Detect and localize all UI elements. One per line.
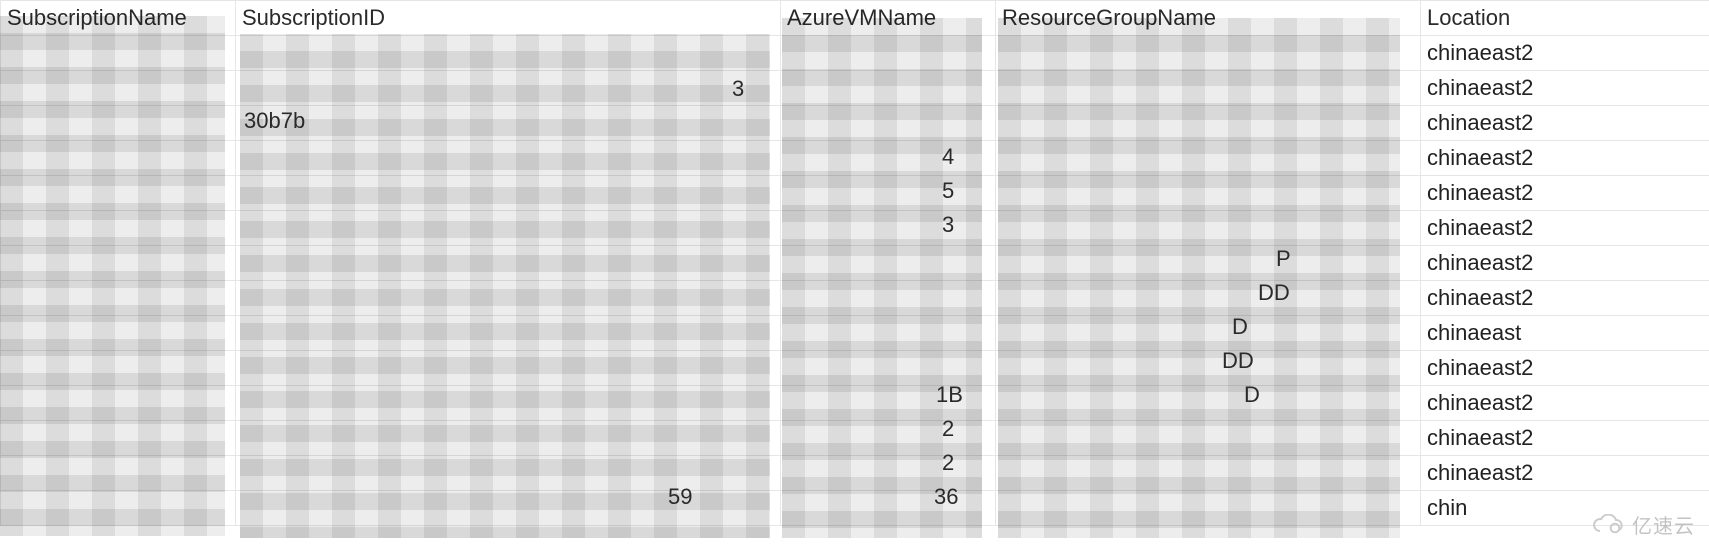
spreadsheet-view: SubscriptionName SubscriptionID AzureVMN… <box>0 0 1709 547</box>
cell-subscriptionid[interactable] <box>236 316 781 351</box>
cell-resourcegroupname[interactable] <box>996 281 1421 316</box>
cell-azurevmname[interactable] <box>781 36 996 71</box>
watermark: 亿速云 <box>1590 510 1695 539</box>
cell-subscriptionid[interactable] <box>236 386 781 421</box>
cell-location[interactable]: chinaeast2 <box>1421 106 1709 141</box>
cell-azurevmname[interactable] <box>781 316 996 351</box>
table-row: chinaeast2 <box>1 421 1709 456</box>
cell-resourcegroupname[interactable] <box>996 246 1421 281</box>
cell-resourcegroupname[interactable] <box>996 316 1421 351</box>
cell-subscriptionname[interactable] <box>1 351 236 386</box>
cell-resourcegroupname[interactable] <box>996 386 1421 421</box>
cell-azurevmname[interactable] <box>781 491 996 526</box>
table-row: chinaeast2 <box>1 386 1709 421</box>
cell-subscriptionname[interactable] <box>1 141 236 176</box>
cell-subscriptionid[interactable] <box>236 491 781 526</box>
cell-resourcegroupname[interactable] <box>996 491 1421 526</box>
cell-subscriptionid[interactable] <box>236 141 781 176</box>
table-row: chinaeast2 <box>1 351 1709 386</box>
table-row: chin <box>1 491 1709 526</box>
table-row: chinaeast2 <box>1 106 1709 141</box>
cell-subscriptionname[interactable] <box>1 71 236 106</box>
watermark-text: 亿速云 <box>1632 510 1695 539</box>
cell-subscriptionid[interactable] <box>236 351 781 386</box>
cell-location[interactable]: chinaeast2 <box>1421 421 1709 456</box>
cell-subscriptionname[interactable] <box>1 246 236 281</box>
col-resource-group-name[interactable]: ResourceGroupName <box>996 1 1421 36</box>
header-row: SubscriptionName SubscriptionID AzureVMN… <box>1 1 1709 36</box>
col-subscription-name[interactable]: SubscriptionName <box>1 1 236 36</box>
cell-resourcegroupname[interactable] <box>996 141 1421 176</box>
cell-resourcegroupname[interactable] <box>996 176 1421 211</box>
vm-table: SubscriptionName SubscriptionID AzureVMN… <box>0 0 1709 526</box>
cell-subscriptionname[interactable] <box>1 456 236 491</box>
table-row: chinaeast2 <box>1 456 1709 491</box>
cell-subscriptionid[interactable] <box>236 176 781 211</box>
cell-location[interactable]: chinaeast2 <box>1421 456 1709 491</box>
cell-subscriptionname[interactable] <box>1 491 236 526</box>
cell-resourcegroupname[interactable] <box>996 211 1421 246</box>
table-row: chinaeast2 <box>1 71 1709 106</box>
table-row: chinaeast2 <box>1 281 1709 316</box>
cell-subscriptionid[interactable] <box>236 71 781 106</box>
table-row: chinaeast2 <box>1 141 1709 176</box>
cell-location[interactable]: chinaeast2 <box>1421 36 1709 71</box>
cell-azurevmname[interactable] <box>781 211 996 246</box>
cell-location[interactable]: chinaeast <box>1421 316 1709 351</box>
cell-subscriptionname[interactable] <box>1 316 236 351</box>
cell-resourcegroupname[interactable] <box>996 351 1421 386</box>
cell-azurevmname[interactable] <box>781 106 996 141</box>
cell-azurevmname[interactable] <box>781 281 996 316</box>
cell-subscriptionid[interactable] <box>236 281 781 316</box>
table-row: chinaeast2 <box>1 246 1709 281</box>
cell-resourcegroupname[interactable] <box>996 421 1421 456</box>
cell-subscriptionid[interactable] <box>236 246 781 281</box>
col-azure-vm-name[interactable]: AzureVMName <box>781 1 996 36</box>
cell-azurevmname[interactable] <box>781 71 996 106</box>
cell-subscriptionname[interactable] <box>1 211 236 246</box>
cell-resourcegroupname[interactable] <box>996 36 1421 71</box>
col-subscription-id[interactable]: SubscriptionID <box>236 1 781 36</box>
cell-resourcegroupname[interactable] <box>996 71 1421 106</box>
cell-resourcegroupname[interactable] <box>996 106 1421 141</box>
cell-resourcegroupname[interactable] <box>996 456 1421 491</box>
cell-subscriptionid[interactable] <box>236 36 781 71</box>
cell-azurevmname[interactable] <box>781 386 996 421</box>
col-location[interactable]: Location <box>1421 1 1709 36</box>
cell-subscriptionname[interactable] <box>1 36 236 71</box>
cell-location[interactable]: chinaeast2 <box>1421 246 1709 281</box>
cell-location[interactable]: chinaeast2 <box>1421 141 1709 176</box>
cell-location[interactable]: chinaeast2 <box>1421 281 1709 316</box>
cell-subscriptionname[interactable] <box>1 281 236 316</box>
cell-subscriptionid[interactable] <box>236 106 781 141</box>
cell-location[interactable]: chinaeast2 <box>1421 351 1709 386</box>
cell-subscriptionname[interactable] <box>1 421 236 456</box>
cell-azurevmname[interactable] <box>781 246 996 281</box>
cell-azurevmname[interactable] <box>781 351 996 386</box>
cell-subscriptionname[interactable] <box>1 176 236 211</box>
cell-azurevmname[interactable] <box>781 456 996 491</box>
table-row: chinaeast2 <box>1 211 1709 246</box>
cell-location[interactable]: chinaeast2 <box>1421 71 1709 106</box>
cell-azurevmname[interactable] <box>781 421 996 456</box>
cloud-icon <box>1590 514 1626 536</box>
cell-location[interactable]: chinaeast2 <box>1421 211 1709 246</box>
table-row: chinaeast2 <box>1 176 1709 211</box>
cell-azurevmname[interactable] <box>781 141 996 176</box>
cell-subscriptionid[interactable] <box>236 456 781 491</box>
cell-azurevmname[interactable] <box>781 176 996 211</box>
cell-location[interactable]: chinaeast2 <box>1421 176 1709 211</box>
cell-location[interactable]: chinaeast2 <box>1421 386 1709 421</box>
cell-subscriptionname[interactable] <box>1 386 236 421</box>
table-row: chinaeast2 <box>1 36 1709 71</box>
cell-subscriptionid[interactable] <box>236 211 781 246</box>
table-row: chinaeast <box>1 316 1709 351</box>
cell-subscriptionname[interactable] <box>1 106 236 141</box>
cell-subscriptionid[interactable] <box>236 421 781 456</box>
